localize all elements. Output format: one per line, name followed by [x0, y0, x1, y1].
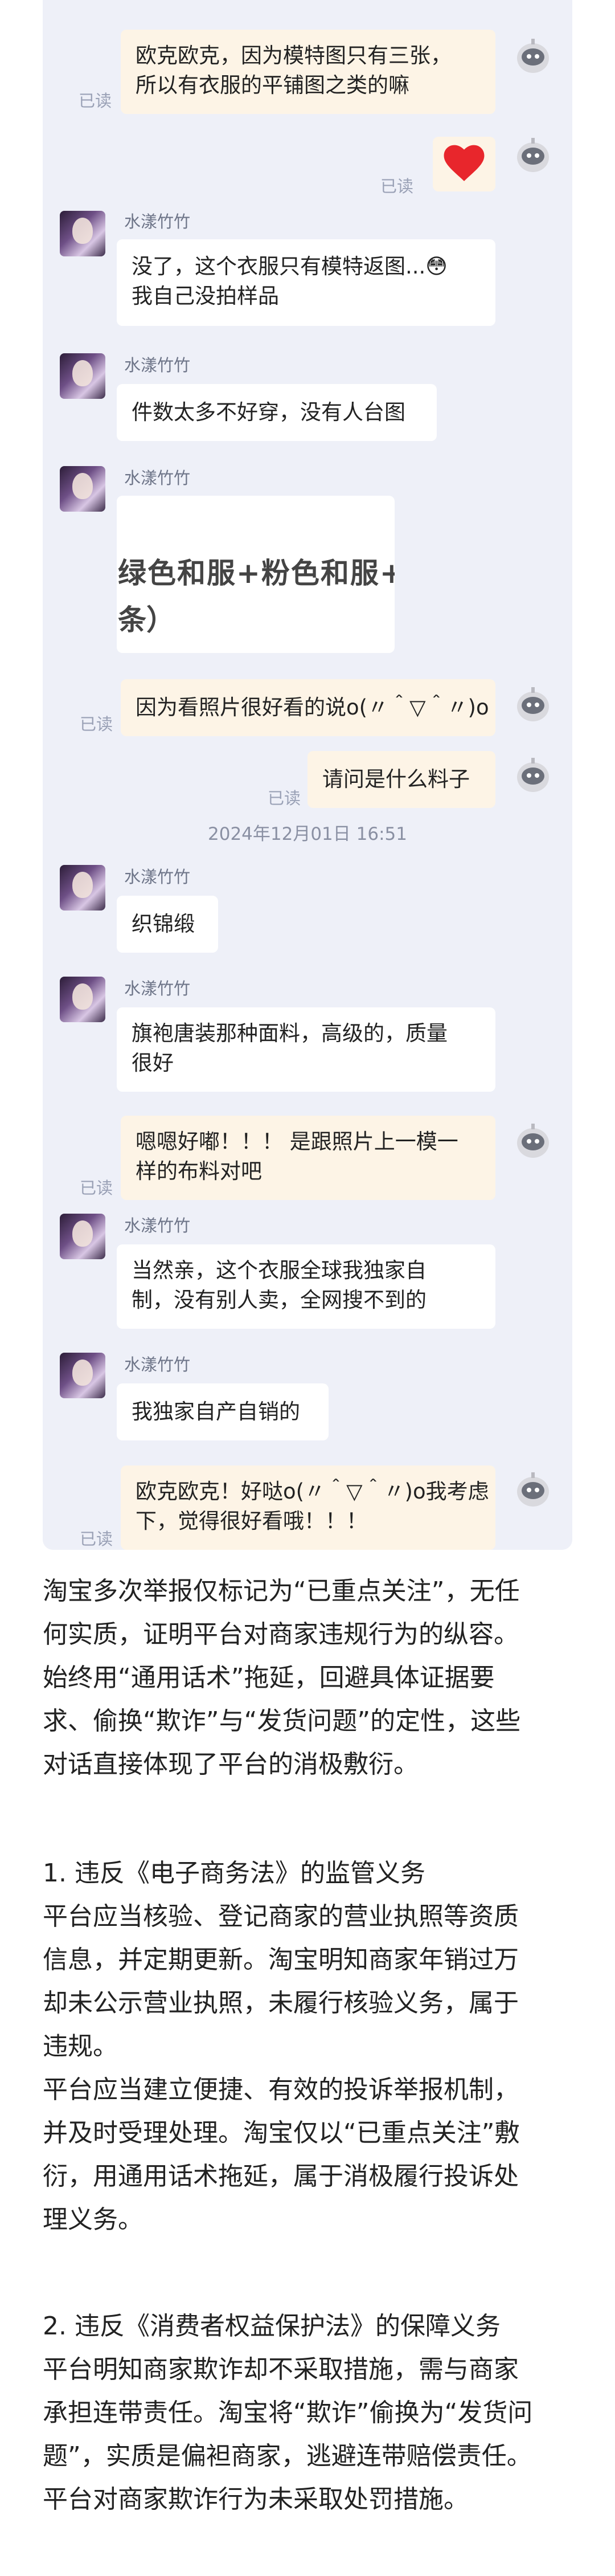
- message-line: 欧克欧克，因为模特图只有三张，: [136, 43, 452, 68]
- message-line: 所以有衣服的平铺图之类的嘛: [136, 73, 409, 97]
- robot-avatar-icon: [517, 1124, 549, 1158]
- message-line: 我独家自产自销的: [132, 1399, 300, 1424]
- message-timestamp: 2024年12月01日 16:51: [208, 824, 407, 844]
- sender-avatar: [60, 1214, 105, 1259]
- message-incoming: 旗袍唐装那种面料，高级的，质量 很好: [117, 1007, 495, 1092]
- message-outgoing: 请问是什么料子: [308, 751, 495, 808]
- sender-avatar: [60, 353, 105, 399]
- message-line: 请问是什么料子: [322, 767, 470, 791]
- sender-name: 水漾竹竹: [124, 356, 191, 375]
- message-line: 嗯嗯好嘟！！！ 是跟照片上一模一: [136, 1129, 458, 1154]
- message-outgoing: 嗯嗯好嘟！！！ 是跟照片上一模一 样的布料对吧: [121, 1116, 495, 1200]
- read-status: 已读: [80, 715, 113, 734]
- robot-avatar-icon: [517, 39, 549, 73]
- message-line: 制，没有别人卖，全网搜不到的: [132, 1288, 427, 1312]
- message-line: 因为看照片很好看的说o(〃＾▽＾〃)o: [136, 695, 489, 720]
- message-incoming: 件数太多不好穿，没有人台图: [117, 384, 437, 441]
- article-line: 淘宝多次举报仅标记为“已重点关注”，无任: [43, 1577, 520, 1606]
- sender-name: 水漾竹竹: [124, 1355, 191, 1374]
- message-line: 欧克欧克！好哒o(〃＾▽＾〃)o我考虑: [136, 1479, 489, 1504]
- article-line: 何实质，证明平台对商家违规行为的纵容。: [43, 1620, 519, 1649]
- read-status: 已读: [380, 177, 414, 196]
- message-line: 织锦缎: [132, 912, 195, 936]
- message-line: 下，觉得很好看哦！！！: [136, 1509, 367, 1533]
- message-line: 没了，这个衣服只有模特返图...😳: [132, 254, 448, 279]
- article-line: 并及时受理处理。淘宝仅以“已重点关注”敷: [43, 2118, 520, 2148]
- article-section-2: 2. 违反《消费者权益保护法》的保障义务 平台明知商家欺诈却不采取措施，需与商家…: [43, 2305, 578, 2521]
- message-line: 件数太多不好穿，没有人台图: [132, 400, 405, 424]
- robot-avatar-icon: [517, 758, 549, 792]
- image-text: 绿色和服+粉色和服+: [118, 557, 395, 590]
- message-incoming: 当然亲，这个衣服全球我独家自 制，没有别人卖，全网搜不到的: [117, 1244, 495, 1329]
- image-message[interactable]: 绿色和服+粉色和服+ 条）: [117, 496, 395, 653]
- robot-avatar-icon: [517, 1472, 549, 1507]
- article-line: 平台应当建立便捷、有效的投诉举报机制，: [43, 2075, 519, 2104]
- article-line: 衍，用通用话术拖延，属于消极履行投诉处: [43, 2162, 519, 2191]
- read-status: 已读: [268, 789, 301, 808]
- article-section-1: 1. 违反《电子商务法》的监管义务 平台应当核验、登记商家的营业执照等资质 信息…: [43, 1852, 578, 2242]
- heart-icon: [444, 145, 485, 181]
- message-line: 当然亲，这个衣服全球我独家自: [132, 1258, 427, 1283]
- sender-avatar: [60, 865, 105, 911]
- read-status: 已读: [80, 1178, 113, 1198]
- robot-avatar-icon: [517, 138, 549, 172]
- robot-avatar-icon: [517, 687, 549, 721]
- article-line: 却未公示营业执照，未履行核验义务，属于: [43, 1989, 519, 2018]
- article-line: 始终用“通用话术”拖延，回避具体证据要: [43, 1663, 495, 1692]
- article-line: 信息，并定期更新。淘宝明知商家年销过万: [43, 1945, 519, 1974]
- message-line: 旗袍唐装那种面料，高级的，质量: [132, 1021, 448, 1046]
- message-outgoing: 欧克欧克，因为模特图只有三张， 所以有衣服的平铺图之类的嘛: [121, 30, 495, 114]
- article-intro: 淘宝多次举报仅标记为“已重点关注”，无任 何实质，证明平台对商家违规行为的纵容。…: [43, 1570, 578, 1786]
- sender-name: 水漾竹竹: [124, 212, 191, 231]
- message-line: 很好: [132, 1051, 174, 1075]
- article-line: 平台明知商家欺诈却不采取措施，需与商家: [43, 2355, 519, 2384]
- article-line: 题”，实质是偏袒商家，逃避连带赔偿责任。: [43, 2442, 532, 2471]
- sender-name: 水漾竹竹: [124, 979, 191, 998]
- article-line: 求、偷换“欺诈”与“发货问题”的定性，这些: [43, 1707, 521, 1736]
- heart-emoji-message: [433, 137, 495, 191]
- message-incoming: 织锦缎: [117, 896, 218, 953]
- article-line: 对话直接体现了平台的消极敷衍。: [43, 1750, 419, 1779]
- message-line: 我自己没拍样品: [132, 284, 279, 308]
- section-heading: 2. 违反《消费者权益保护法》的保障义务: [43, 2312, 501, 2341]
- article-line: 承担连带责任。淘宝将“欺诈”偷换为“发货问: [43, 2398, 533, 2427]
- sender-avatar: [60, 466, 105, 512]
- message-incoming: 我独家自产自销的: [117, 1383, 329, 1440]
- read-status: 已读: [79, 91, 112, 111]
- sender-avatar: [60, 977, 105, 1022]
- article-line: 违规。: [43, 2032, 118, 2061]
- message-outgoing: 因为看照片很好看的说o(〃＾▽＾〃)o: [121, 679, 495, 736]
- image-text: 条）: [118, 603, 175, 636]
- message-line: 样的布料对吧: [136, 1159, 262, 1183]
- article-line: 平台应当核验、登记商家的营业执照等资质: [43, 1902, 519, 1931]
- read-status: 已读: [80, 1529, 113, 1549]
- message-incoming: 没了，这个衣服只有模特返图...😳 我自己没拍样品: [117, 239, 495, 326]
- section-heading: 1. 违反《电子商务法》的监管义务: [43, 1859, 425, 1888]
- article-line: 理义务。: [43, 2205, 143, 2234]
- sender-avatar: [60, 1353, 105, 1398]
- sender-name: 水漾竹竹: [124, 468, 191, 488]
- article-line: 平台对商家欺诈行为未采取处罚措施。: [43, 2485, 469, 2514]
- sender-name: 水漾竹竹: [124, 867, 191, 887]
- sender-name: 水漾竹竹: [124, 1216, 191, 1235]
- message-outgoing: 欧克欧克！好哒o(〃＾▽＾〃)o我考虑 下，觉得很好看哦！！！: [121, 1465, 495, 1550]
- sender-avatar: [60, 211, 105, 256]
